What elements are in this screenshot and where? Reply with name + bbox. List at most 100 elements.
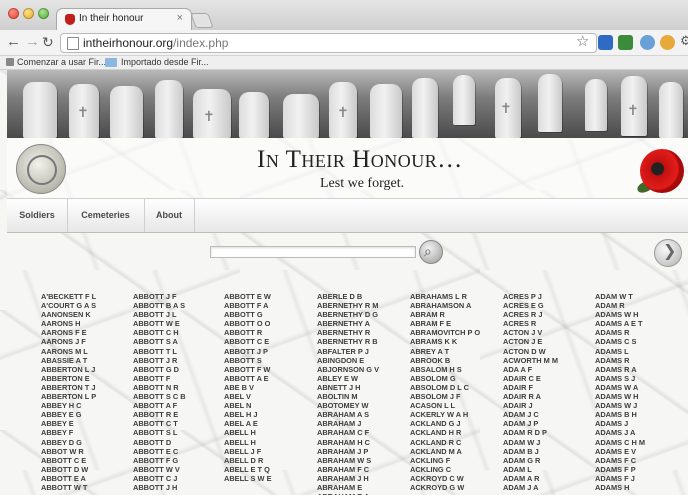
window-close-button[interactable] [8, 8, 19, 19]
soldier-name-link[interactable]: ABERNETHY R M [317, 301, 407, 310]
soldier-name-link[interactable]: ABBEY H C [41, 401, 131, 410]
soldier-name-link[interactable]: AARONS F E [41, 328, 131, 337]
extension-icon[interactable] [598, 35, 613, 50]
address-bar[interactable]: intheirhonour.org/index.php [60, 33, 597, 53]
soldier-name-link[interactable]: ABBOTT W T [41, 483, 131, 492]
soldier-name-link[interactable]: ABBEY F [41, 428, 131, 437]
browser-tab[interactable]: In their honour × [56, 8, 192, 31]
soldier-name-link[interactable]: ABBOTT G [224, 310, 314, 319]
forward-arrow-icon[interactable]: → [25, 33, 40, 51]
soldier-name-link[interactable]: ADAM J C [503, 410, 593, 419]
soldier-name-link[interactable]: ADAMS R [595, 356, 685, 365]
soldier-name-link[interactable]: ABBOTT F [133, 374, 223, 383]
soldier-name-link[interactable]: ABLEY E W [317, 374, 407, 383]
soldier-name-link[interactable]: AARONS M L [41, 347, 131, 356]
soldier-name-link[interactable]: ADAM L [503, 465, 593, 474]
soldier-name-link[interactable]: ADAMS L [595, 347, 685, 356]
soldier-name-link[interactable]: ABOTOMEY W [317, 401, 407, 410]
soldier-name-link[interactable]: ADAMS E V [595, 447, 685, 456]
nav-cemeteries[interactable]: Cemeteries [67, 199, 145, 232]
soldier-name-link[interactable]: ADAMS F C [595, 456, 685, 465]
soldier-name-link[interactable]: ABBOTT C T [133, 419, 223, 428]
soldier-name-link[interactable]: ADAMS R A [595, 365, 685, 374]
soldier-name-link[interactable]: ABRAHAM C F [317, 428, 407, 437]
soldier-name-link[interactable]: AARONS J F [41, 337, 131, 346]
soldier-name-link[interactable]: ABBOTT S [224, 356, 314, 365]
soldier-name-link[interactable]: ABRAMOVITCH P O [410, 328, 500, 337]
soldier-name-link[interactable]: ADAMS A E T [595, 319, 685, 328]
soldier-name-link[interactable]: ABEL N [224, 401, 314, 410]
soldier-name-link[interactable]: ABBOTT A E [224, 374, 314, 383]
wrench-icon[interactable]: ⚙ [680, 33, 688, 49]
soldier-name-link[interactable]: ABEL H J [224, 410, 314, 419]
soldier-name-link[interactable]: ADAMS H [595, 483, 685, 492]
soldier-name-link[interactable]: ABBOTT S L [133, 428, 223, 437]
soldier-name-link[interactable]: ABBOTT J R [133, 356, 223, 365]
new-tab-button[interactable] [190, 13, 214, 28]
soldier-name-link[interactable]: ABBOTT W V [133, 465, 223, 474]
extension-icon[interactable] [640, 35, 655, 50]
soldier-name-link[interactable]: ADAMS R [595, 328, 685, 337]
soldier-name-link[interactable]: ADAMS W A [595, 383, 685, 392]
soldier-name-link[interactable]: ACKERLY W A H [410, 410, 500, 419]
tab-close-icon[interactable]: × [177, 12, 183, 24]
soldier-name-link[interactable]: A'COURT G A S [41, 301, 131, 310]
soldier-name-link[interactable]: ABNETT J H [317, 383, 407, 392]
soldier-name-link[interactable]: ABRAHAM H C [317, 438, 407, 447]
bookmark-folder[interactable]: Importado desde Fir... [121, 57, 209, 67]
soldier-name-link[interactable]: ACRES E G [503, 301, 593, 310]
soldier-name-link[interactable]: ABELL D R [224, 456, 314, 465]
soldier-name-link[interactable]: ACKLING F [410, 456, 500, 465]
soldier-name-link[interactable]: ABEL V [224, 392, 314, 401]
soldier-name-link[interactable]: ACRES R J [503, 310, 593, 319]
soldier-name-link[interactable]: ACASON L L [410, 401, 500, 410]
soldier-name-link[interactable]: ADAM W T [595, 292, 685, 301]
soldier-name-link[interactable]: AARONS H [41, 319, 131, 328]
soldier-name-link[interactable]: ABERNETHY D G [317, 310, 407, 319]
soldier-name-link[interactable]: ABBOTT J L [133, 310, 223, 319]
soldier-name-link[interactable]: ABSOLOM D L C [410, 383, 500, 392]
soldier-name-link[interactable]: ABBOTT R E [133, 410, 223, 419]
soldier-name-link[interactable]: ADAM J P [503, 419, 593, 428]
search-button[interactable]: ⌕ [419, 240, 443, 264]
extension-icon[interactable] [618, 35, 633, 50]
soldier-name-link[interactable]: ABBOTT J P [224, 347, 314, 356]
soldier-name-link[interactable]: ABBEY D G [41, 438, 131, 447]
soldier-name-link[interactable]: ABBOTT E A [41, 474, 131, 483]
soldier-name-link[interactable]: ABBOTT J F [133, 292, 223, 301]
soldier-name-link[interactable]: ABBOTT F A [224, 301, 314, 310]
soldier-name-link[interactable]: ACKLAND R C [410, 438, 500, 447]
soldier-name-link[interactable]: ABELL H [224, 428, 314, 437]
soldier-name-link[interactable]: ABRAHAMSON A [410, 301, 500, 310]
soldier-name-link[interactable]: ABROOK B [410, 356, 500, 365]
soldier-name-link[interactable]: ADAM R [595, 301, 685, 310]
soldier-name-link[interactable]: ABASSIE A T [41, 356, 131, 365]
soldier-name-link[interactable]: ABRAM F E [410, 319, 500, 328]
soldier-name-link[interactable]: ABBOTT W E [133, 319, 223, 328]
soldier-name-link[interactable]: ABBOTT A F [133, 401, 223, 410]
soldier-name-link[interactable]: ABERLE D B [317, 292, 407, 301]
soldier-name-link[interactable]: ABINGDON E [317, 356, 407, 365]
soldier-name-link[interactable]: ABSALOM H S [410, 365, 500, 374]
soldier-name-link[interactable]: ACTON D W [503, 347, 593, 356]
soldier-name-link[interactable]: ABRAHAM J H [317, 474, 407, 483]
soldier-name-link[interactable]: ABERNETHY A [317, 319, 407, 328]
soldier-name-link[interactable]: ABBOTT T L [133, 347, 223, 356]
soldier-name-link[interactable]: ADAIR F [503, 383, 593, 392]
soldier-name-link[interactable]: ABBOTT O O [224, 319, 314, 328]
soldier-name-link[interactable]: ABBOTT C H [133, 328, 223, 337]
soldier-name-link[interactable]: ABELL S W E [224, 474, 314, 483]
soldier-name-link[interactable]: ABREY A T [410, 347, 500, 356]
soldier-name-link[interactable]: ABRAHAM E [317, 483, 407, 492]
soldier-name-link[interactable]: ABBOTT B A S [133, 301, 223, 310]
soldier-name-link[interactable]: ACKROYD C W [410, 474, 500, 483]
soldier-name-link[interactable]: ABSOLOM G [410, 374, 500, 383]
extension-icon[interactable] [660, 35, 675, 50]
soldier-name-link[interactable]: ABRAM R [410, 310, 500, 319]
window-minimize-button[interactable] [23, 8, 34, 19]
soldier-name-link[interactable]: ABBERTON T J [41, 383, 131, 392]
soldier-name-link[interactable]: ADAIR R A [503, 392, 593, 401]
soldier-name-link[interactable]: ADAM J A [503, 483, 593, 492]
soldier-name-link[interactable]: ABBOTT E C [133, 447, 223, 456]
soldier-name-link[interactable]: ADAM W J [503, 438, 593, 447]
